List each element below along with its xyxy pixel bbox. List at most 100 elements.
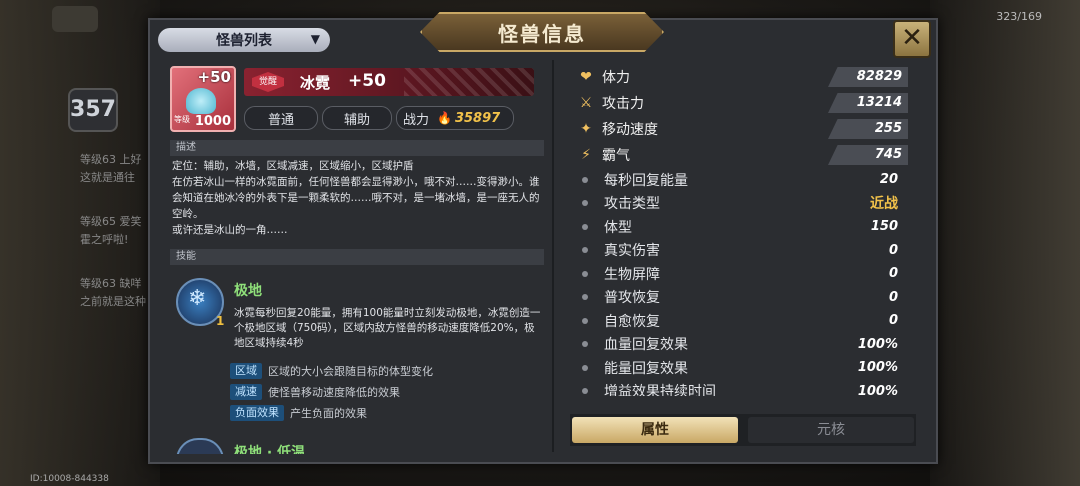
- bullet-icon: [582, 317, 588, 324]
- stat-value: 近战: [870, 196, 898, 213]
- description-line: 在仿若冰山一样的冰霓面前，任何怪兽都会显得渺小，哦不对……变得渺小。谁会知道在她…: [172, 176, 540, 220]
- stat-label: 体力: [602, 70, 630, 86]
- stat-label: 攻击力: [602, 96, 644, 112]
- claw-icon: ⚡: [581, 147, 591, 163]
- skill-name: 极地: [234, 283, 262, 299]
- stat-value: 255: [828, 119, 908, 139]
- skill-tag-row: 减速 使怪兽移动速度降低的效果: [230, 383, 400, 401]
- skill-tag[interactable]: 负面效果: [230, 405, 284, 421]
- role-pill: 辅助: [322, 106, 392, 130]
- stats-panel[interactable]: ❤ 体力 82829 ⚔ 攻击力 13214 ✦ 移动速度 255 ⚡ 霸气 7…: [570, 64, 920, 396]
- skill-tag-row: 区域 区域的大小会跟随目标的体型变化: [230, 362, 433, 380]
- bullet-icon: [582, 341, 588, 348]
- stat-move-speed: ✦ 移动速度 255: [570, 116, 920, 142]
- wing-icon: ✦: [580, 121, 592, 137]
- stat-label: 增益效果持续时间: [604, 384, 716, 396]
- portrait-plus: +50: [197, 68, 231, 86]
- stat-label: 生物屏障: [604, 266, 660, 283]
- stat-hp: ❤ 体力 82829: [570, 64, 920, 90]
- stat-row: 血量回复效果 100%: [570, 333, 920, 357]
- window-title: 怪兽信息: [498, 21, 586, 46]
- portrait-level-label: 等级: [174, 115, 190, 124]
- stat-value: 82829: [828, 67, 908, 87]
- bullet-icon: [582, 364, 588, 371]
- chat-line: 之前就是这种: [80, 295, 146, 308]
- player-id: ID:10008-844338: [30, 474, 109, 484]
- chevron-down-icon: ▼: [310, 32, 320, 46]
- stat-label: 血量回复效果: [604, 337, 688, 354]
- stat-value: 13214: [828, 93, 908, 113]
- stat-label: 体型: [604, 219, 632, 236]
- player-level-badge: 357: [68, 88, 118, 132]
- monster-plus: +50: [348, 71, 386, 91]
- name-bar-pattern: [404, 68, 534, 96]
- stat-label: 能量回复效果: [604, 360, 688, 377]
- chat-line: 等级65 爱笑: [80, 215, 142, 228]
- skill-tag[interactable]: 减速: [230, 384, 262, 400]
- monster-name: 冰霓: [300, 74, 331, 92]
- stat-row: 攻击类型 近战: [570, 192, 920, 216]
- stat-row: 自愈恢复 0: [570, 309, 920, 333]
- stats-tab-bar: 属性 元核: [570, 414, 916, 446]
- power-value: 35897: [454, 110, 501, 126]
- stat-row: 真实伤害 0: [570, 239, 920, 263]
- chat-line: 等级63 缺咩: [80, 277, 142, 290]
- monster-figure-icon: [186, 88, 216, 114]
- stat-value: 745: [828, 145, 908, 165]
- stat-label: 真实伤害: [604, 243, 660, 260]
- description-line: 定位：辅助，冰墙，区域减速，区域缩小，区域护盾: [172, 160, 414, 172]
- bullet-icon: [582, 176, 588, 183]
- stat-label: 自愈恢复: [604, 313, 660, 330]
- stat-row: 每秒回复能量 20: [570, 168, 920, 192]
- fire-icon: 🔥: [437, 111, 452, 125]
- bullet-icon: [582, 200, 588, 207]
- monster-list-label: 怪兽列表: [216, 33, 272, 49]
- close-icon[interactable]: ✕: [893, 20, 931, 58]
- next-skill-icon[interactable]: [176, 438, 224, 454]
- stat-value: 100%: [857, 336, 898, 352]
- stat-label: 霸气: [602, 148, 630, 164]
- stat-row: 增益效果持续时间 100%: [570, 380, 920, 396]
- stat-label: 每秒回复能量: [604, 172, 688, 189]
- stat-value: 100%: [857, 383, 898, 396]
- stat-label: 移动速度: [602, 122, 658, 138]
- stat-dominance: ⚡ 霸气 745: [570, 142, 920, 168]
- bullet-icon: [582, 294, 588, 301]
- chat-line: 这就是通往: [80, 171, 135, 184]
- stat-row: 体型 150: [570, 215, 920, 239]
- tab-attributes[interactable]: 属性: [572, 417, 738, 443]
- bullet-icon: [582, 223, 588, 230]
- chat-line: 等级63 上好: [80, 153, 142, 166]
- bullet-icon: [582, 270, 588, 277]
- stat-row: 普攻恢复 0: [570, 286, 920, 310]
- stat-value: 20: [879, 172, 898, 188]
- stat-value: 100%: [857, 360, 898, 376]
- stat-attack: ⚔ 攻击力 13214: [570, 90, 920, 116]
- chat-line: 霍之呼啦!: [80, 233, 129, 246]
- background-right: [930, 0, 1080, 486]
- bullet-icon: [582, 388, 588, 395]
- skill-tag-desc: 使怪兽移动速度降低的效果: [268, 386, 400, 399]
- monster-list-dropdown[interactable]: 怪兽列表 ▼: [158, 28, 330, 52]
- sword-icon: ⚔: [579, 95, 593, 111]
- skill-level: 1: [216, 314, 225, 328]
- tab-core[interactable]: 元核: [748, 417, 914, 443]
- skill-tag[interactable]: 区域: [230, 363, 262, 379]
- next-skill-name: 极地 · 低温: [234, 445, 306, 454]
- stat-row: 生物屏障 0: [570, 262, 920, 286]
- skill-tag-desc: 产生负面的效果: [290, 407, 367, 420]
- stat-label: 普攻恢复: [604, 290, 660, 307]
- stat-value: 0: [888, 313, 898, 329]
- stat-value: 0: [888, 266, 898, 282]
- monster-portrait[interactable]: +50 等级 1000: [170, 66, 236, 132]
- resource-counter: 323/169: [996, 10, 1042, 23]
- monster-name-bar: 觉醒 冰霓 +50: [244, 68, 534, 96]
- stat-row: 能量回复效果 100%: [570, 356, 920, 380]
- skills-heading: 技能: [170, 249, 544, 265]
- power-label: 战力: [403, 112, 430, 128]
- stat-value: 0: [888, 289, 898, 305]
- back-button-bg: [52, 6, 98, 32]
- description-heading: 描述: [170, 140, 544, 156]
- description-line: 或许还是冰山的一角……: [172, 224, 288, 236]
- stat-label: 攻击类型: [604, 196, 660, 213]
